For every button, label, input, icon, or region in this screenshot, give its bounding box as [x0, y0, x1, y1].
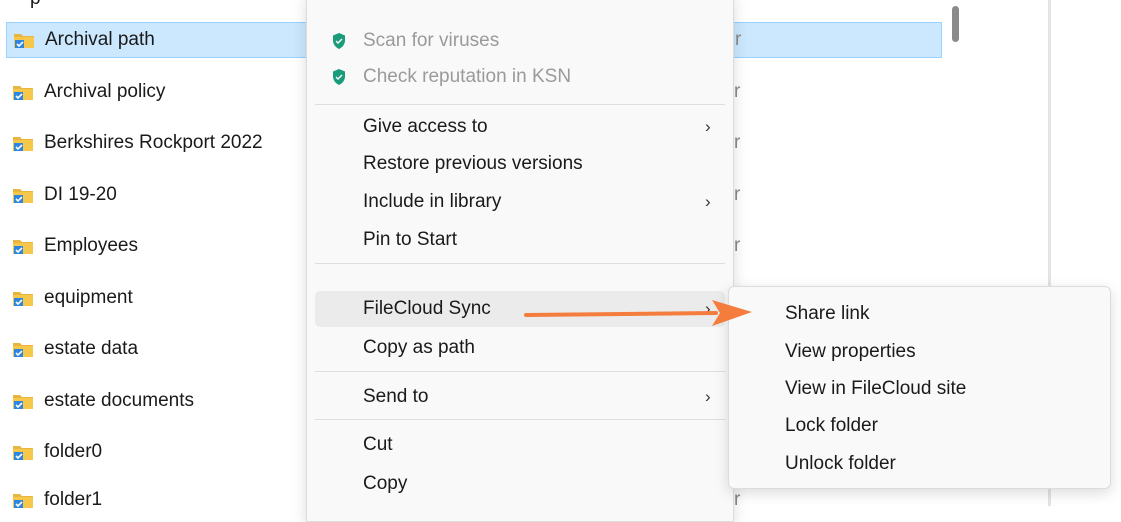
kaspersky-shield-icon: [333, 69, 345, 85]
menu-item-send-to[interactable]: Send to ›: [315, 379, 725, 415]
menu-label: Copy as path: [363, 337, 475, 358]
file-name: folder0: [44, 441, 103, 462]
folder-sync-icon: [13, 189, 33, 203]
folder-sync-icon: [13, 395, 33, 409]
chevron-right-icon: ›: [705, 117, 711, 136]
file-name: estate data: [44, 338, 139, 359]
menu-label: Scan for viruses: [363, 30, 500, 51]
folder-sync-icon: [13, 137, 33, 151]
menu-item-pin-to-start[interactable]: Pin to Start: [315, 222, 725, 258]
menu-item-copy[interactable]: Copy: [315, 466, 725, 502]
folder-sync-icon: [13, 343, 33, 357]
menu-item-copy-as-path[interactable]: Copy as path: [315, 330, 725, 366]
row-trailing-text: r: [734, 235, 741, 256]
menu-label: Unlock folder: [785, 453, 896, 474]
menu-label: Include in library: [363, 191, 502, 212]
submenu-item-unlock-folder[interactable]: Unlock folder: [733, 446, 1105, 482]
scrollbar-thumb[interactable]: [952, 6, 959, 42]
menu-label: Copy: [363, 473, 408, 494]
menu-label: Pin to Start: [363, 229, 457, 250]
file-name: Archival policy: [44, 81, 166, 102]
file-name: Berkshires Rockport 2022: [44, 132, 263, 153]
file-name: Archival path: [45, 29, 155, 50]
menu-item-scan-for-viruses[interactable]: Scan for viruses: [315, 23, 725, 59]
submenu-item-lock-folder[interactable]: Lock folder: [733, 408, 1105, 444]
submenu-item-view-in-filecloud-site[interactable]: View in FileCloud site: [733, 371, 1105, 407]
kaspersky-shield-icon: [333, 33, 345, 49]
row-trailing-text: r: [734, 489, 741, 510]
row-trailing-text: r: [734, 81, 741, 102]
menu-label: Check reputation in KSN: [363, 66, 572, 87]
file-name: Employees: [44, 235, 138, 256]
menu-separator: [315, 263, 725, 264]
annotation-arrow-icon: [524, 300, 752, 326]
folder-sync-icon: [13, 292, 33, 306]
menu-label: Restore previous versions: [363, 153, 583, 174]
submenu-item-view-properties[interactable]: View properties: [733, 334, 1105, 370]
menu-label: Give access to: [363, 116, 488, 137]
menu-separator: [315, 104, 725, 105]
folder-sync-icon: [14, 34, 34, 48]
menu-separator: [315, 371, 725, 372]
folder-sync-icon: [13, 86, 33, 100]
menu-label: View properties: [785, 341, 916, 362]
menu-item-include-in-library[interactable]: Include in library ›: [315, 184, 725, 220]
context-menu: Scan for viruses Check reputation in KSN…: [306, 0, 734, 522]
row-trailing-text: r: [734, 184, 741, 205]
menu-item-restore-previous-versions[interactable]: Restore previous versions: [315, 146, 725, 182]
file-name: estate documents: [44, 390, 194, 411]
chevron-right-icon: ›: [705, 387, 711, 406]
file-name: DI 19-20: [44, 184, 117, 205]
menu-item-cut[interactable]: Cut: [315, 427, 725, 463]
chevron-right-icon: ›: [705, 192, 711, 211]
submenu-item-share-link[interactable]: Share link: [733, 296, 1105, 332]
folder-sync-icon: [13, 494, 33, 508]
menu-item-check-reputation[interactable]: Check reputation in KSN: [315, 59, 725, 95]
file-name: equipment: [44, 287, 133, 308]
menu-separator: [315, 419, 725, 420]
menu-item-give-access-to[interactable]: Give access to ›: [315, 109, 725, 145]
file-name: folder1: [44, 489, 103, 510]
menu-label: Share link: [785, 303, 870, 324]
menu-label: Lock folder: [785, 415, 878, 436]
folder-sync-icon: [13, 240, 33, 254]
cropped-header-text: p: [30, 0, 41, 10]
filecloud-submenu: Share link View properties View in FileC…: [728, 286, 1111, 489]
row-trailing-text: r: [735, 29, 742, 50]
menu-label: Cut: [363, 434, 393, 455]
menu-label: FileCloud Sync: [363, 298, 491, 319]
row-trailing-text: r: [734, 132, 741, 153]
folder-sync-icon: [13, 446, 33, 460]
menu-label: View in FileCloud site: [785, 378, 967, 399]
menu-label: Send to: [363, 386, 429, 407]
